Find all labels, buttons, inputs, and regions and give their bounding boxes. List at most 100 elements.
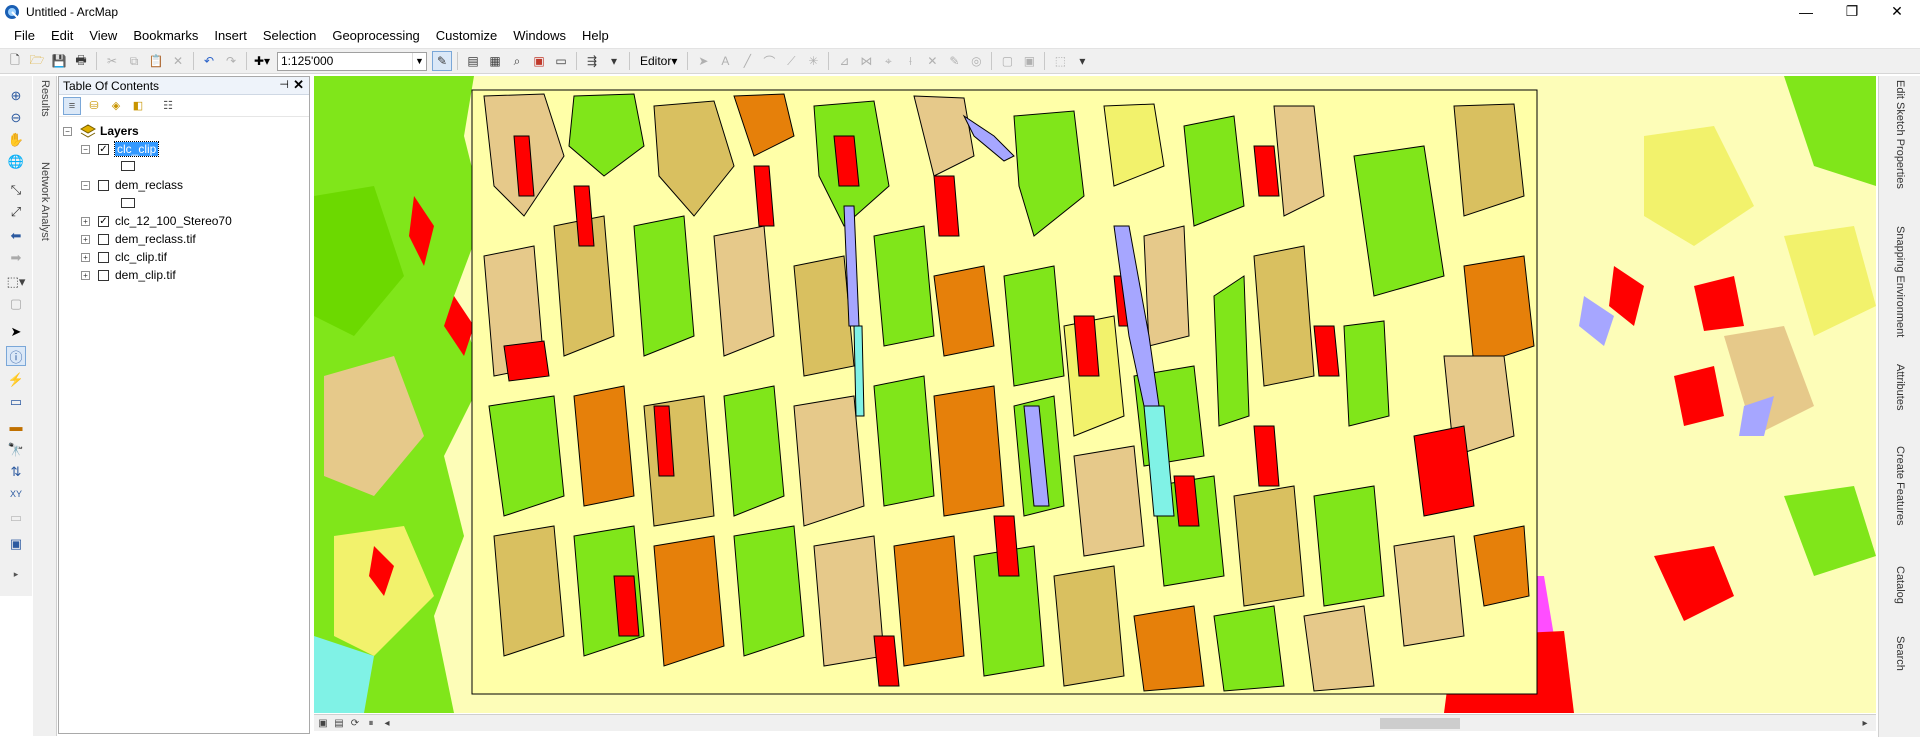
expand-icon[interactable]: + [81, 216, 90, 226]
toolbar-overflow-icon[interactable]: ▾ [1072, 51, 1092, 71]
sketch-window-icon[interactable]: ▣ [1019, 51, 1039, 71]
end-point-arc-icon[interactable]: ⌒ [759, 51, 779, 71]
menu-help[interactable]: Help [574, 26, 617, 45]
tab-create-features[interactable]: Create Features [1891, 446, 1909, 556]
tab-network-analyst[interactable]: Network Analyst [35, 162, 55, 278]
collapse-icon[interactable]: − [81, 144, 90, 154]
edit-tool-icon[interactable]: ➤ [693, 51, 713, 71]
list-by-source-icon[interactable]: ⛁ [85, 97, 103, 115]
editor-options-icon[interactable]: ⬚ [1050, 51, 1070, 71]
menu-file[interactable]: File [6, 26, 43, 45]
layer-visibility-checkbox[interactable] [98, 179, 109, 191]
restore-button[interactable]: ❐ [1829, 0, 1875, 23]
layer-visibility-checkbox[interactable]: ✓ [98, 143, 109, 155]
straight-segment-icon[interactable]: ╱ [737, 51, 757, 71]
layer-visibility-checkbox[interactable]: ✓ [98, 215, 109, 227]
refresh-icon[interactable]: ⟳ [348, 716, 362, 730]
layout-view-icon[interactable]: ▤ [332, 716, 346, 730]
print-icon[interactable]: 🖶 [71, 51, 91, 71]
layer-name[interactable]: dem_reclass [115, 178, 183, 192]
select-features-icon[interactable]: ⬚▾ [6, 272, 26, 292]
new-document-icon[interactable]: 🗋 [5, 51, 25, 71]
go-to-xy-icon[interactable]: XY [6, 484, 26, 504]
layer-row-dem-reclass-tif[interactable]: + dem_reclass.tif [81, 231, 196, 247]
layer-row-clc-clip[interactable]: − ✓ clc_clip [81, 141, 160, 157]
map-display[interactable] [314, 76, 1876, 713]
save-icon[interactable]: 💾 [49, 51, 69, 71]
layer-name[interactable]: clc_12_100_Stereo70 [115, 214, 232, 228]
menu-bookmarks[interactable]: Bookmarks [125, 26, 206, 45]
hyperlink-icon[interactable]: ⚡ [6, 370, 26, 390]
model-builder-icon[interactable]: ⇶ [582, 51, 602, 71]
cut-polygons-icon[interactable]: ⌖ [878, 51, 898, 71]
scroll-right-icon[interactable]: ▸ [1858, 716, 1872, 730]
menu-geoprocessing[interactable]: Geoprocessing [324, 26, 427, 45]
tab-edit-sketch-properties[interactable]: Edit Sketch Properties [1891, 80, 1909, 220]
layer-row-clc-clip-tif[interactable]: + clc_clip.tif [81, 249, 167, 265]
legend-symbol-swatch[interactable] [121, 198, 135, 208]
land-cover-map[interactable] [314, 76, 1876, 713]
go-forward-icon[interactable]: ➡ [6, 248, 26, 268]
expand-icon[interactable]: + [81, 270, 90, 280]
editor-toolbar-icon[interactable]: ✎ [432, 51, 452, 71]
menu-insert[interactable]: Insert [206, 26, 255, 45]
edit-annotation-icon[interactable]: A [715, 51, 735, 71]
layer-visibility-checkbox[interactable] [98, 233, 109, 245]
tab-results[interactable]: Results [35, 80, 55, 146]
undo-icon[interactable]: ↶ [199, 51, 219, 71]
data-view-icon[interactable]: ▣ [316, 716, 330, 730]
horizontal-scrollbar-thumb[interactable] [1380, 718, 1460, 729]
measure-icon[interactable]: ▬ [6, 416, 26, 436]
tab-snapping-environment[interactable]: Snapping Environment [1891, 226, 1909, 356]
close-window-button[interactable]: ✕ [1874, 0, 1920, 23]
list-by-drawing-order-icon[interactable]: ≡ [63, 96, 81, 115]
map-scale-combobox[interactable]: 1:125'000 ▼ [277, 51, 427, 71]
layer-visibility-checkbox[interactable] [98, 269, 109, 281]
full-extent-icon[interactable]: 🌐 [6, 152, 26, 172]
copy-icon[interactable]: ⧉ [124, 51, 144, 71]
html-popup-icon[interactable]: ▭ [6, 392, 26, 412]
layer-name[interactable]: dem_reclass.tif [115, 232, 196, 246]
edit-vertices-icon[interactable]: ⊿ [834, 51, 854, 71]
layers-root[interactable]: − Layers [63, 123, 139, 139]
tab-search[interactable]: Search [1891, 636, 1909, 696]
layer-row-dem-clip-tif[interactable]: + dem_clip.tif [81, 267, 176, 283]
menu-view[interactable]: View [81, 26, 125, 45]
toolbar-expand-icon[interactable]: ▸ [2, 564, 30, 584]
legend-symbol-swatch[interactable] [121, 161, 135, 171]
pin-icon[interactable]: ⊣ [279, 78, 289, 91]
reshape-icon[interactable]: ⋈ [856, 51, 876, 71]
pan-icon[interactable]: ✋ [6, 130, 26, 150]
expand-icon[interactable]: + [81, 234, 90, 244]
search-window-icon[interactable]: ⌕ [507, 51, 527, 71]
menu-windows[interactable]: Windows [505, 26, 574, 45]
select-elements-icon[interactable]: ➤ [6, 322, 26, 342]
create-viewer-window-icon[interactable]: ▣ [6, 534, 26, 554]
open-folder-icon[interactable]: 🗁 [27, 51, 47, 71]
collapse-icon[interactable]: − [81, 180, 90, 190]
list-by-visibility-icon[interactable]: ◈ [107, 97, 125, 115]
chevron-down-icon[interactable]: ▼ [412, 52, 426, 70]
python-window-icon[interactable]: ▭ [551, 51, 571, 71]
attributes-icon[interactable]: ✎ [944, 51, 964, 71]
collapse-icon[interactable]: − [63, 126, 72, 136]
layer-name[interactable]: dem_clip.tif [115, 268, 176, 282]
zoom-in-icon[interactable]: ⊕ [6, 86, 26, 106]
editor-menu-button[interactable]: Editor▾ [636, 54, 681, 68]
trace-icon[interactable]: ⟋ [781, 51, 801, 71]
layer-visibility-checkbox[interactable] [98, 251, 109, 263]
add-data-icon[interactable]: ✚▾ [252, 51, 272, 71]
time-slider-icon[interactable]: ▭ [6, 508, 26, 528]
fixed-zoom-out-icon[interactable]: ⤢ [6, 202, 26, 222]
point-icon[interactable]: ✳ [803, 51, 823, 71]
menu-edit[interactable]: Edit [43, 26, 81, 45]
tab-attributes[interactable]: Attributes [1891, 364, 1909, 440]
find-route-icon[interactable]: ⇅ [6, 462, 26, 482]
delete-icon[interactable]: ✕ [168, 51, 188, 71]
table-of-contents-icon[interactable]: ▤ [463, 51, 483, 71]
redo-icon[interactable]: ↷ [221, 51, 241, 71]
layer-row-clc-12-100-stereo70[interactable]: + ✓ clc_12_100_Stereo70 [81, 213, 232, 229]
layer-name[interactable]: clc_clip [113, 141, 160, 157]
close-icon[interactable]: ✕ [293, 77, 304, 93]
clear-selection-icon[interactable]: ▢ [6, 294, 26, 314]
